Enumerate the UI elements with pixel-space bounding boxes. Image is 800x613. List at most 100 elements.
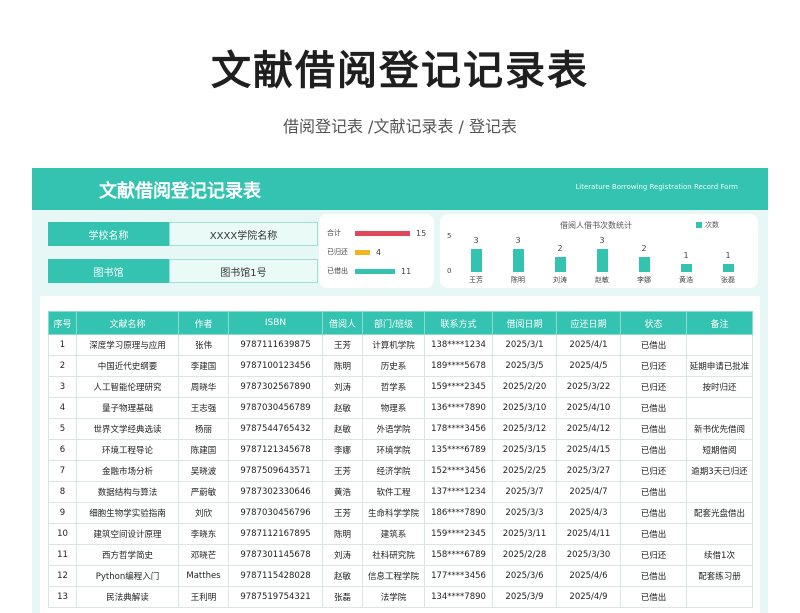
table-cell[interactable]: 2025/3/22	[556, 376, 621, 398]
table-cell[interactable]: 已借出	[620, 502, 687, 524]
table-row[interactable]: 9 细胞生物学实验指南 刘欣 9787030456796 王芳 生命科学学院 186****…	[48, 502, 753, 524]
table-cell[interactable]: 中国近代史纲要	[76, 355, 179, 377]
table-cell[interactable]: 186****7890	[424, 502, 493, 524]
column-header[interactable]: 备注	[686, 311, 753, 335]
table-row[interactable]: 10 建筑空间设计原理 李晓东 9787112167895 陈明 建筑系 159****23…	[48, 523, 753, 545]
table-cell[interactable]: 9787030456789	[228, 397, 323, 419]
column-header[interactable]: 借阅日期	[492, 311, 557, 335]
table-cell[interactable]: 软件工程	[362, 481, 425, 503]
table-cell[interactable]: 177****3456	[424, 565, 493, 587]
table-cell[interactable]: 2025/3/5	[492, 355, 557, 377]
table-cell[interactable]: 经济学院	[362, 460, 425, 482]
table-cell[interactable]: 2025/4/6	[556, 565, 621, 587]
table-cell[interactable]: 配套光盘借出	[686, 502, 753, 524]
table-cell[interactable]: 2	[48, 355, 77, 377]
table-cell[interactable]: 陈明	[322, 523, 363, 545]
table-row[interactable]: 2 中国近代史纲要 李建国 9787100123456 陈明 历史系 189****5678…	[48, 355, 753, 377]
table-cell[interactable]: 已归还	[620, 355, 687, 377]
table-cell[interactable]: 逾期3天已归还	[686, 460, 753, 482]
table-cell[interactable]: 9787301145678	[228, 544, 323, 566]
table-cell[interactable]: 2025/2/28	[492, 544, 557, 566]
table-cell[interactable]: 计算机学院	[362, 334, 425, 356]
table-cell[interactable]: 李晓东	[178, 523, 229, 545]
table-row[interactable]: 5 世界文学经典选读 杨丽 9787544765432 赵敏 外语学院 178****345…	[48, 418, 753, 440]
table-cell[interactable]: 赵敏	[322, 565, 363, 587]
table-cell[interactable]: 陈明	[322, 355, 363, 377]
column-header[interactable]: 借阅人	[322, 311, 363, 335]
table-cell[interactable]: 2025/4/11	[556, 523, 621, 545]
table-cell[interactable]	[686, 397, 753, 419]
library-value[interactable]: 图书馆1号	[169, 259, 318, 283]
table-cell[interactable]: 1	[48, 334, 77, 356]
table-cell[interactable]: 2025/3/11	[492, 523, 557, 545]
table-cell[interactable]: 2025/3/30	[556, 544, 621, 566]
table-cell[interactable]: 西方哲学简史	[76, 544, 179, 566]
table-cell[interactable]: 赵敏	[322, 397, 363, 419]
table-cell[interactable]: 9787030456796	[228, 502, 323, 524]
school-value[interactable]: XXXX学院名称	[169, 222, 318, 246]
table-cell[interactable]: 历史系	[362, 355, 425, 377]
table-cell[interactable]: 178****3456	[424, 418, 493, 440]
table-row[interactable]: 4 量子物理基础 王志强 9787030456789 赵敏 物理系 136****7890 2…	[48, 397, 753, 419]
table-cell[interactable]: 王芳	[322, 460, 363, 482]
table-cell[interactable]: 已借出	[620, 418, 687, 440]
table-cell[interactable]: 王志强	[178, 397, 229, 419]
table-cell[interactable]: 严蔚敏	[178, 481, 229, 503]
table-cell[interactable]: 延期申请已批准	[686, 355, 753, 377]
table-cell[interactable]: 9	[48, 502, 77, 524]
table-cell[interactable]: 已借出	[620, 397, 687, 419]
table-cell[interactable]: 9787111639875	[228, 334, 323, 356]
column-header[interactable]: 文献名称	[76, 311, 179, 335]
column-header[interactable]: 序号	[48, 311, 77, 335]
table-cell[interactable]: 2025/4/15	[556, 439, 621, 461]
table-cell[interactable]: 赵敏	[322, 418, 363, 440]
table-cell[interactable]: 2025/4/7	[556, 481, 621, 503]
table-cell[interactable]: 短期借阅	[686, 439, 753, 461]
table-cell[interactable]: 邓晓芒	[178, 544, 229, 566]
table-cell[interactable]: 王芳	[322, 502, 363, 524]
table-cell[interactable]: 7	[48, 460, 77, 482]
table-cell[interactable]	[686, 586, 753, 608]
column-header[interactable]: 部门/班级	[362, 311, 425, 335]
table-cell[interactable]: 12	[48, 565, 77, 587]
column-header[interactable]: 状态	[620, 311, 687, 335]
table-cell[interactable]: 刘欣	[178, 502, 229, 524]
table-cell[interactable]: 134****7890	[424, 586, 493, 608]
table-cell[interactable]: 9787100123456	[228, 355, 323, 377]
table-cell[interactable]: 9787519754321	[228, 586, 323, 608]
column-header[interactable]: 联系方式	[424, 311, 493, 335]
table-cell[interactable]: 生命科学学院	[362, 502, 425, 524]
table-cell[interactable]: 9787112167895	[228, 523, 323, 545]
table-cell[interactable]: 3	[48, 376, 77, 398]
table-cell[interactable]: 细胞生物学实验指南	[76, 502, 179, 524]
table-cell[interactable]: 2025/3/15	[492, 439, 557, 461]
table-cell[interactable]: 李建国	[178, 355, 229, 377]
table-cell[interactable]: 6	[48, 439, 77, 461]
table-cell[interactable]: 9787302567890	[228, 376, 323, 398]
table-cell[interactable]: 9787121345678	[228, 439, 323, 461]
table-cell[interactable]: 张磊	[322, 586, 363, 608]
table-cell[interactable]: 物理系	[362, 397, 425, 419]
table-cell[interactable]: 2025/3/12	[492, 418, 557, 440]
table-row[interactable]: 6 环境工程导论 陈建国 9787121345678 李娜 环境学院 135****6789…	[48, 439, 753, 461]
table-cell[interactable]: 配套练习册	[686, 565, 753, 587]
table-cell[interactable]: 2025/3/9	[492, 586, 557, 608]
table-cell[interactable]: 李娜	[322, 439, 363, 461]
table-cell[interactable]: 深度学习原理与应用	[76, 334, 179, 356]
table-row[interactable]: 12 Python编程入门 Matthes 9787115428028 赵敏 信息工程学院…	[48, 565, 753, 587]
table-cell[interactable]: 王芳	[322, 334, 363, 356]
table-cell[interactable]: 9787115428028	[228, 565, 323, 587]
table-cell[interactable]: 周晓华	[178, 376, 229, 398]
table-row[interactable]: 11 西方哲学简史 邓晓芒 9787301145678 刘涛 社科研究院 158****67…	[48, 544, 753, 566]
table-cell[interactable]: 2025/2/25	[492, 460, 557, 482]
table-cell[interactable]: 已借出	[620, 481, 687, 503]
table-cell[interactable]: 8	[48, 481, 77, 503]
table-row[interactable]: 7 金融市场分析 吴晓波 9787509643571 王芳 经济学院 152****3456…	[48, 460, 753, 482]
table-cell[interactable]: 续借1次	[686, 544, 753, 566]
table-cell[interactable]: Python编程入门	[76, 565, 179, 587]
table-cell[interactable]: 152****3456	[424, 460, 493, 482]
table-cell[interactable]: 已归还	[620, 544, 687, 566]
table-cell[interactable]: 吴晓波	[178, 460, 229, 482]
table-cell[interactable]: 按时归还	[686, 376, 753, 398]
table-cell[interactable]: 人工智能伦理研究	[76, 376, 179, 398]
